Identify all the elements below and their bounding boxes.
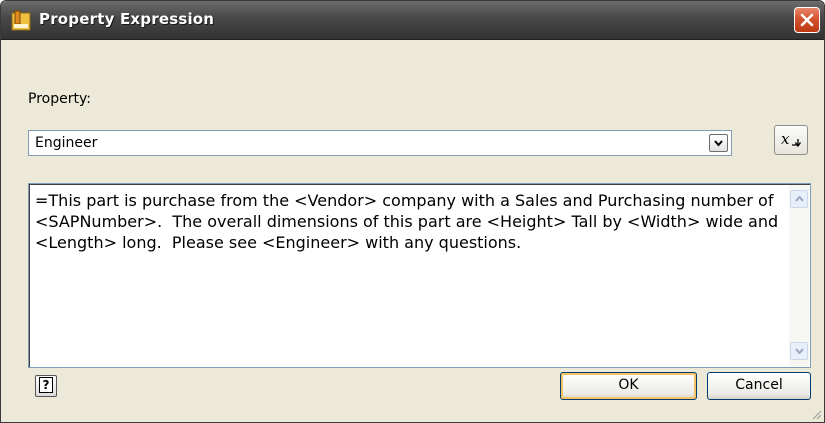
close-icon bbox=[800, 13, 814, 27]
dialog-title: Property Expression bbox=[39, 10, 215, 28]
help-icon: ? bbox=[39, 377, 53, 393]
ok-button[interactable]: OK bbox=[560, 372, 697, 400]
vertical-scrollbar[interactable] bbox=[789, 185, 809, 366]
insert-parameter-button[interactable]: x bbox=[774, 125, 808, 155]
expression-text: =This part is purchase from the <Vendor>… bbox=[35, 191, 784, 252]
property-label: Property: bbox=[28, 91, 91, 107]
scroll-down-button[interactable] bbox=[790, 342, 808, 360]
scroll-up-button[interactable] bbox=[790, 190, 808, 208]
resize-grip-icon[interactable] bbox=[810, 408, 822, 420]
property-selected-value: Engineer bbox=[35, 135, 98, 151]
property-dropdown[interactable]: Engineer bbox=[28, 130, 732, 156]
help-button[interactable]: ? bbox=[35, 375, 57, 397]
close-button[interactable] bbox=[794, 7, 820, 33]
property-expression-dialog: Property Expression Property: Engineer x… bbox=[0, 0, 825, 423]
svg-text:x: x bbox=[781, 130, 790, 148]
inventor-app-icon bbox=[10, 10, 32, 32]
expression-textarea[interactable]: =This part is purchase from the <Vendor>… bbox=[28, 183, 811, 368]
title-bar[interactable]: Property Expression bbox=[1, 1, 824, 40]
insert-parameter-icon: x bbox=[781, 130, 802, 148]
chevron-down-icon bbox=[714, 140, 723, 147]
chevron-down-icon bbox=[795, 348, 804, 354]
chevron-up-icon bbox=[795, 196, 804, 202]
cancel-button[interactable]: Cancel bbox=[707, 372, 811, 400]
dropdown-arrow-button[interactable] bbox=[709, 134, 728, 152]
